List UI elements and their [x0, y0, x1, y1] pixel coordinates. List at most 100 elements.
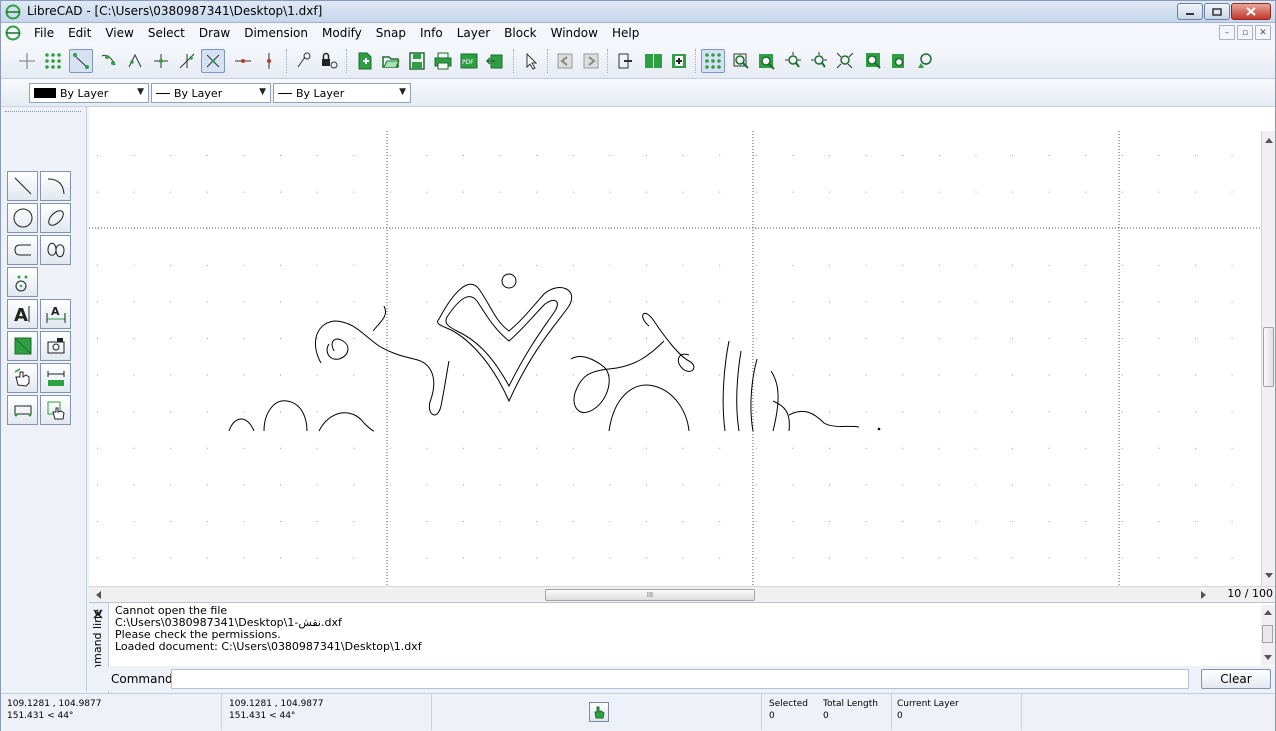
snap-center-button[interactable] [123, 49, 147, 73]
maximize-button[interactable] [1204, 3, 1230, 20]
snap-distance-button[interactable] [175, 49, 199, 73]
chevron-down-icon: ▼ [399, 87, 406, 97]
modify-tool-button[interactable] [7, 363, 38, 393]
hatch-tool-button[interactable] [7, 331, 38, 361]
panel-drag-handle[interactable] [5, 111, 81, 114]
snap-free-button[interactable] [15, 49, 39, 73]
arcs-tool-button[interactable] [40, 171, 71, 201]
close-file-button[interactable] [483, 49, 507, 73]
menu-window[interactable]: Window [544, 25, 605, 41]
zoom-out-button[interactable] [807, 49, 831, 73]
snap-entity-button[interactable] [97, 49, 121, 73]
menu-file[interactable]: File [27, 25, 61, 41]
menu-draw[interactable]: Draw [192, 25, 237, 41]
menu-layer[interactable]: Layer [450, 25, 497, 41]
toggle-print-preview-button[interactable] [641, 49, 665, 73]
grid-dot [1012, 338, 1013, 339]
horizontal-scroll-thumb[interactable]: III [545, 589, 755, 601]
menu-dimension[interactable]: Dimension [237, 25, 315, 41]
circles-tool-button[interactable] [7, 203, 38, 233]
line-width-combo[interactable]: By Layer ▼ [151, 83, 271, 103]
command-history-scrollbar[interactable] [1261, 605, 1275, 665]
grid-dot [353, 338, 355, 339]
select-pointer-button[interactable] [519, 49, 543, 73]
toggle-grid-button[interactable] [701, 49, 725, 73]
grid-dot [97, 191, 98, 193]
grid-dot [353, 155, 355, 156]
save-file-button[interactable] [405, 49, 429, 73]
menu-view[interactable]: View [98, 25, 140, 41]
command-scroll-thumb[interactable] [1262, 625, 1273, 643]
mouse-widget-button[interactable] [589, 702, 609, 722]
minimize-button[interactable] [1177, 3, 1203, 20]
zoom-in-button[interactable] [781, 49, 805, 73]
grid-dot [353, 374, 355, 376]
menu-block[interactable]: Block [497, 25, 543, 41]
export-pdf-button[interactable]: PDF [457, 49, 481, 73]
snap-intersection-button[interactable] [201, 49, 225, 73]
menu-info[interactable]: Info [413, 25, 450, 41]
polylines-tool-button[interactable] [7, 235, 38, 265]
document-minimize-button[interactable]: – [1219, 25, 1235, 40]
menu-edit[interactable]: Edit [61, 25, 98, 41]
zoom-pan-button[interactable] [913, 49, 937, 73]
snap-middle-button[interactable] [149, 49, 173, 73]
select-tool-button[interactable] [40, 395, 71, 425]
clear-button[interactable]: Clear [1201, 669, 1271, 689]
vertical-scroll-thumb[interactable] [1263, 327, 1274, 387]
snap-grid-button[interactable] [41, 49, 65, 73]
color-combo[interactable]: By Layer ▼ [29, 83, 149, 103]
open-file-button[interactable] [379, 49, 403, 73]
grid-dot [719, 484, 721, 486]
menu-snap[interactable]: Snap [369, 25, 413, 41]
drawing-canvas[interactable] [89, 131, 1261, 586]
zoom-window-button[interactable] [729, 49, 753, 73]
zoom-auto-button[interactable] [833, 49, 857, 73]
splines-tool-button[interactable] [40, 235, 71, 265]
block-tool-button[interactable] [7, 395, 38, 425]
image-tool-button[interactable] [40, 331, 71, 361]
restrict-vertical-button[interactable] [257, 49, 281, 73]
grid-dot [1012, 447, 1013, 449]
text-tool-button[interactable]: A [7, 299, 38, 329]
print-button[interactable] [431, 49, 455, 73]
points-tool-button[interactable] [7, 267, 38, 297]
restrict-horizontal-button[interactable] [231, 49, 255, 73]
lock-relative-zero-button[interactable] [317, 49, 341, 73]
zoom-redraw-button[interactable] [887, 49, 911, 73]
zoom-previous-button[interactable] [861, 49, 885, 73]
grid-dot [755, 338, 757, 339]
line-type-sample [278, 92, 292, 94]
previous-view-button[interactable] [553, 49, 577, 73]
zoom-page-button[interactable] [755, 49, 779, 73]
new-file-button[interactable] [353, 49, 377, 73]
next-view-button[interactable] [579, 49, 603, 73]
grid-dot [1048, 301, 1050, 303]
document-restore-button[interactable]: ▫ [1237, 25, 1253, 40]
cad-tools-panel: A A [1, 107, 87, 692]
line-type-combo[interactable]: By Layer ▼ [273, 83, 411, 103]
grid-dot [829, 411, 830, 413]
vertical-scrollbar[interactable] [1261, 131, 1275, 586]
menu-modify[interactable]: Modify [315, 25, 369, 41]
grid-dot [1195, 191, 1196, 193]
remove-from-block-button[interactable] [613, 49, 637, 73]
close-button[interactable] [1231, 3, 1271, 20]
grid-dot [316, 338, 318, 339]
horizontal-scrollbar[interactable]: III 10 / 100 [89, 586, 1275, 602]
add-block-button[interactable] [667, 49, 691, 73]
measure-tool-button[interactable] [40, 363, 71, 393]
grid-dot [1121, 155, 1123, 156]
total-length-label: Total Length [823, 699, 878, 709]
document-close-button[interactable]: ✕ [1255, 25, 1271, 40]
menu-help[interactable]: Help [605, 25, 646, 41]
command-input[interactable] [171, 669, 1189, 689]
grid-dot [975, 557, 977, 559]
ellipses-tool-button[interactable] [40, 203, 71, 233]
menu-select[interactable]: Select [141, 25, 192, 41]
grid-dot [1195, 301, 1196, 303]
snap-endpoint-button[interactable] [69, 49, 93, 73]
dimensions-tool-button[interactable]: A [40, 299, 71, 329]
set-relative-zero-button[interactable] [291, 49, 315, 73]
lines-tool-button[interactable] [7, 171, 38, 201]
